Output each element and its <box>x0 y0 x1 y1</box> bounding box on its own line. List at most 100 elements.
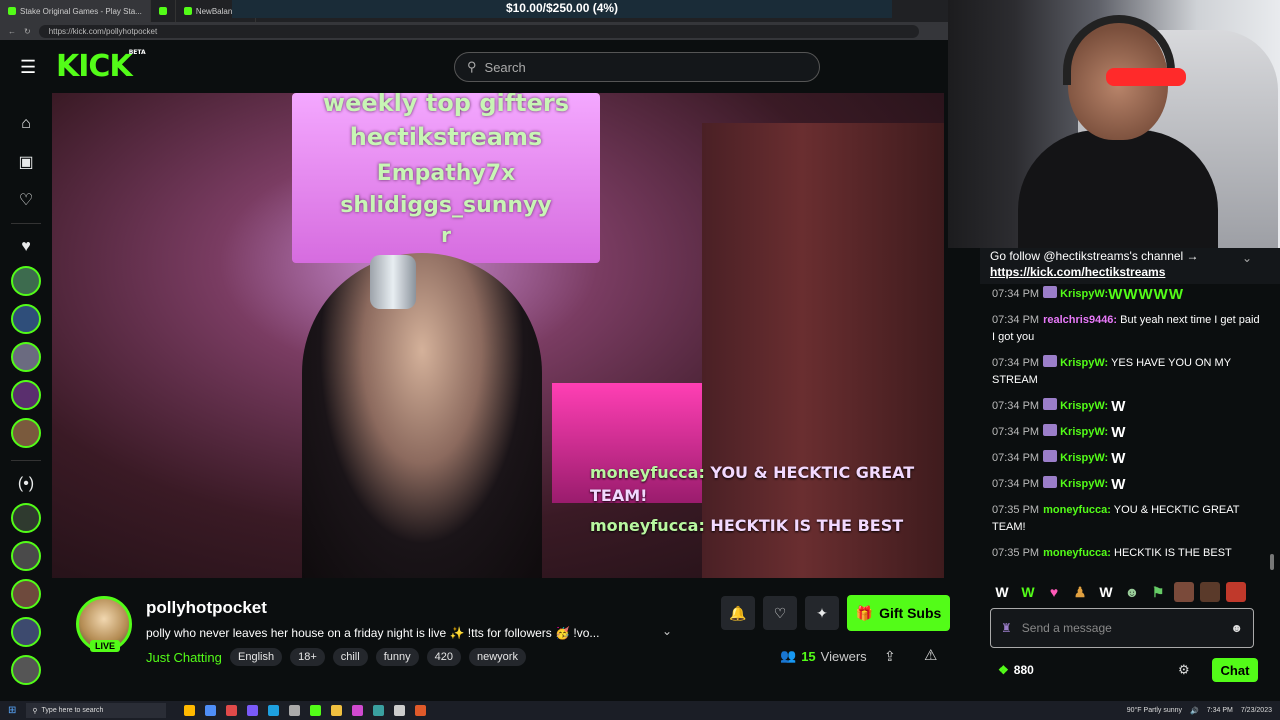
chat-username[interactable]: KrispyW: <box>1060 400 1108 412</box>
video-player[interactable]: weekly top gifters hectikstreams Empathy… <box>52 93 944 578</box>
chat-username[interactable]: realchris9446: <box>1043 314 1117 326</box>
app-icon[interactable] <box>268 705 280 716</box>
chat-message[interactable]: 07:34 PM KrispyW: W <box>992 398 1262 415</box>
app-icon[interactable] <box>205 705 217 716</box>
streamer-name[interactable]: pollyhotpocket <box>146 598 267 618</box>
recommended-channel-avatar[interactable] <box>11 617 41 647</box>
reload-icon[interactable]: ↻ <box>24 27 31 36</box>
chat-username[interactable]: moneyfucca: <box>1043 547 1111 559</box>
pinned-link[interactable]: https://kick.com/hectikstreams <box>990 265 1165 279</box>
followed-channel-avatar[interactable] <box>11 380 41 410</box>
browse-icon[interactable]: ▣ <box>11 147 41 177</box>
emote-w-green-icon[interactable]: W <box>1018 582 1038 602</box>
recommended-channel-avatar[interactable] <box>11 541 41 571</box>
chat-username[interactable]: KrispyW: <box>1060 288 1108 300</box>
chat-badge-icon[interactable]: ♜ <box>1001 621 1012 635</box>
app-icon[interactable] <box>373 705 385 716</box>
sparkle-button[interactable]: ✦ <box>805 596 839 630</box>
gear-icon[interactable]: ⚙ <box>1178 662 1190 678</box>
chat-username[interactable]: KrispyW: <box>1060 478 1108 490</box>
tag[interactable]: 18+ <box>290 648 325 666</box>
emote-w-icon[interactable]: W <box>992 582 1012 602</box>
recommended-channel-avatar[interactable] <box>11 503 41 533</box>
menu-icon[interactable]: ☰ <box>20 58 40 76</box>
gifter-name: r <box>441 223 451 247</box>
tag[interactable]: funny <box>375 648 419 666</box>
back-icon[interactable]: ← <box>8 27 16 36</box>
followed-channel-avatar[interactable] <box>11 418 41 448</box>
left-sidebar: ⌂ ▣ ♡ ♥ (•) <box>0 93 52 701</box>
windows-start-icon[interactable]: ⊞ <box>8 705 16 716</box>
tag[interactable]: English <box>230 648 283 666</box>
gift-subs-button[interactable]: 🎁 Gift Subs <box>847 595 950 631</box>
browser-tab[interactable]: Stake Original Games - Play Sta... <box>0 0 151 22</box>
chat-username[interactable]: KrispyW: <box>1060 357 1108 369</box>
app-icon[interactable] <box>289 705 301 716</box>
weather-widget[interactable]: 90°F Partly sunny <box>1127 707 1182 714</box>
share-icon[interactable]: ⇪ <box>884 648 896 665</box>
chat-message[interactable]: 07:34 PM realchris9446: But yeah next tim… <box>992 312 1262 346</box>
emote-dance-icon[interactable]: ♟ <box>1070 582 1090 602</box>
tag[interactable]: newyork <box>468 648 526 666</box>
warning-icon[interactable]: ⚠ <box>924 646 937 664</box>
chat-message[interactable]: 07:34 PM KrispyW: W <box>992 450 1262 467</box>
chevron-down-icon[interactable]: ⌄ <box>1242 250 1252 266</box>
app-icon[interactable] <box>352 705 364 716</box>
url-field[interactable]: https://kick.com/pollyhotpocket <box>38 24 919 38</box>
emote-heart-icon[interactable]: ♥ <box>1044 582 1064 602</box>
chat-scrollbar[interactable] <box>1270 554 1274 570</box>
tab-label: Stake Original Games - Play Sta... <box>20 6 142 16</box>
app-icon[interactable] <box>415 705 427 716</box>
send-chat-button[interactable]: Chat <box>1212 658 1258 682</box>
overlay-chat-text: YOU & HECKTIC GREAT <box>704 463 915 482</box>
followed-channel-avatar[interactable] <box>11 304 41 334</box>
chat-message[interactable]: 07:34 PM KrispyW:WWWWW <box>992 286 1262 303</box>
points-icon: ❖ <box>998 663 1009 677</box>
category-link[interactable]: Just Chatting <box>146 650 222 665</box>
clock-time[interactable]: 7:34 PM <box>1207 707 1233 714</box>
emote-face-icon[interactable] <box>1200 582 1220 602</box>
tag[interactable]: chill <box>332 648 368 666</box>
chat-message[interactable]: 07:34 PM KrispyW: W <box>992 424 1262 441</box>
home-icon[interactable]: ⌂ <box>11 109 41 139</box>
emoji-icon[interactable]: ☻ <box>1230 621 1243 635</box>
app-icon[interactable] <box>331 705 343 716</box>
chat-message[interactable]: 07:34 PM KrispyW: YES HAVE YOU ON MY STRE… <box>992 355 1262 389</box>
emote-frog-icon[interactable]: ☻ <box>1122 582 1142 602</box>
search-input[interactable]: ⚲ Search <box>454 52 820 82</box>
emote-face-icon[interactable] <box>1174 582 1194 602</box>
app-icon[interactable] <box>394 705 406 716</box>
chat-message[interactable]: 07:34 PM KrispyW: W <box>992 476 1262 493</box>
chat-message[interactable]: 07:35 PM moneyfucca: HECKTIK IS THE BEST <box>992 545 1262 562</box>
chat-timestamp: 07:34 PM <box>992 288 1040 300</box>
emote-face-icon[interactable] <box>1226 582 1246 602</box>
followed-channel-avatar[interactable] <box>11 342 41 372</box>
app-icon[interactable] <box>184 705 196 716</box>
recommended-channel-avatar[interactable] <box>11 655 41 685</box>
notification-bell-button[interactable]: 🔔 <box>721 596 755 630</box>
chat-username[interactable]: KrispyW: <box>1060 426 1108 438</box>
emote-flag-icon[interactable]: ⚑ <box>1148 582 1168 602</box>
tag[interactable]: 420 <box>426 648 461 666</box>
gift-subs-label: Gift Subs <box>879 605 942 621</box>
recommended-channel-avatar[interactable] <box>11 579 41 609</box>
chevron-down-icon[interactable]: ⌄ <box>662 624 672 638</box>
follow-button[interactable]: ♡ <box>763 596 797 630</box>
clock-date[interactable]: 7/23/2023 <box>1241 707 1272 714</box>
app-icon[interactable] <box>226 705 238 716</box>
chat-message-input[interactable]: ♜ Send a message ☻ <box>990 608 1254 648</box>
channel-points[interactable]: ❖ 880 <box>998 663 1034 677</box>
emote-w-icon[interactable]: W <box>1096 582 1116 602</box>
chat-message[interactable]: 07:35 PM moneyfucca: YOU & HECKTIC GREAT … <box>992 502 1262 536</box>
kick-logo[interactable]: KICK BETA <box>56 49 146 84</box>
chat-timestamp: 07:35 PM <box>992 504 1040 516</box>
followed-channel-avatar[interactable] <box>11 266 41 296</box>
chat-username[interactable]: moneyfucca: <box>1043 504 1111 516</box>
app-icon[interactable] <box>247 705 259 716</box>
app-icon[interactable] <box>310 705 322 716</box>
taskbar-search[interactable]: ⚲ Type here to search <box>26 703 167 718</box>
chat-username[interactable]: KrispyW: <box>1060 452 1108 464</box>
browser-tab[interactable] <box>151 0 176 22</box>
volume-icon[interactable]: 🔊 <box>1190 707 1199 715</box>
following-icon[interactable]: ♡ <box>11 185 41 215</box>
